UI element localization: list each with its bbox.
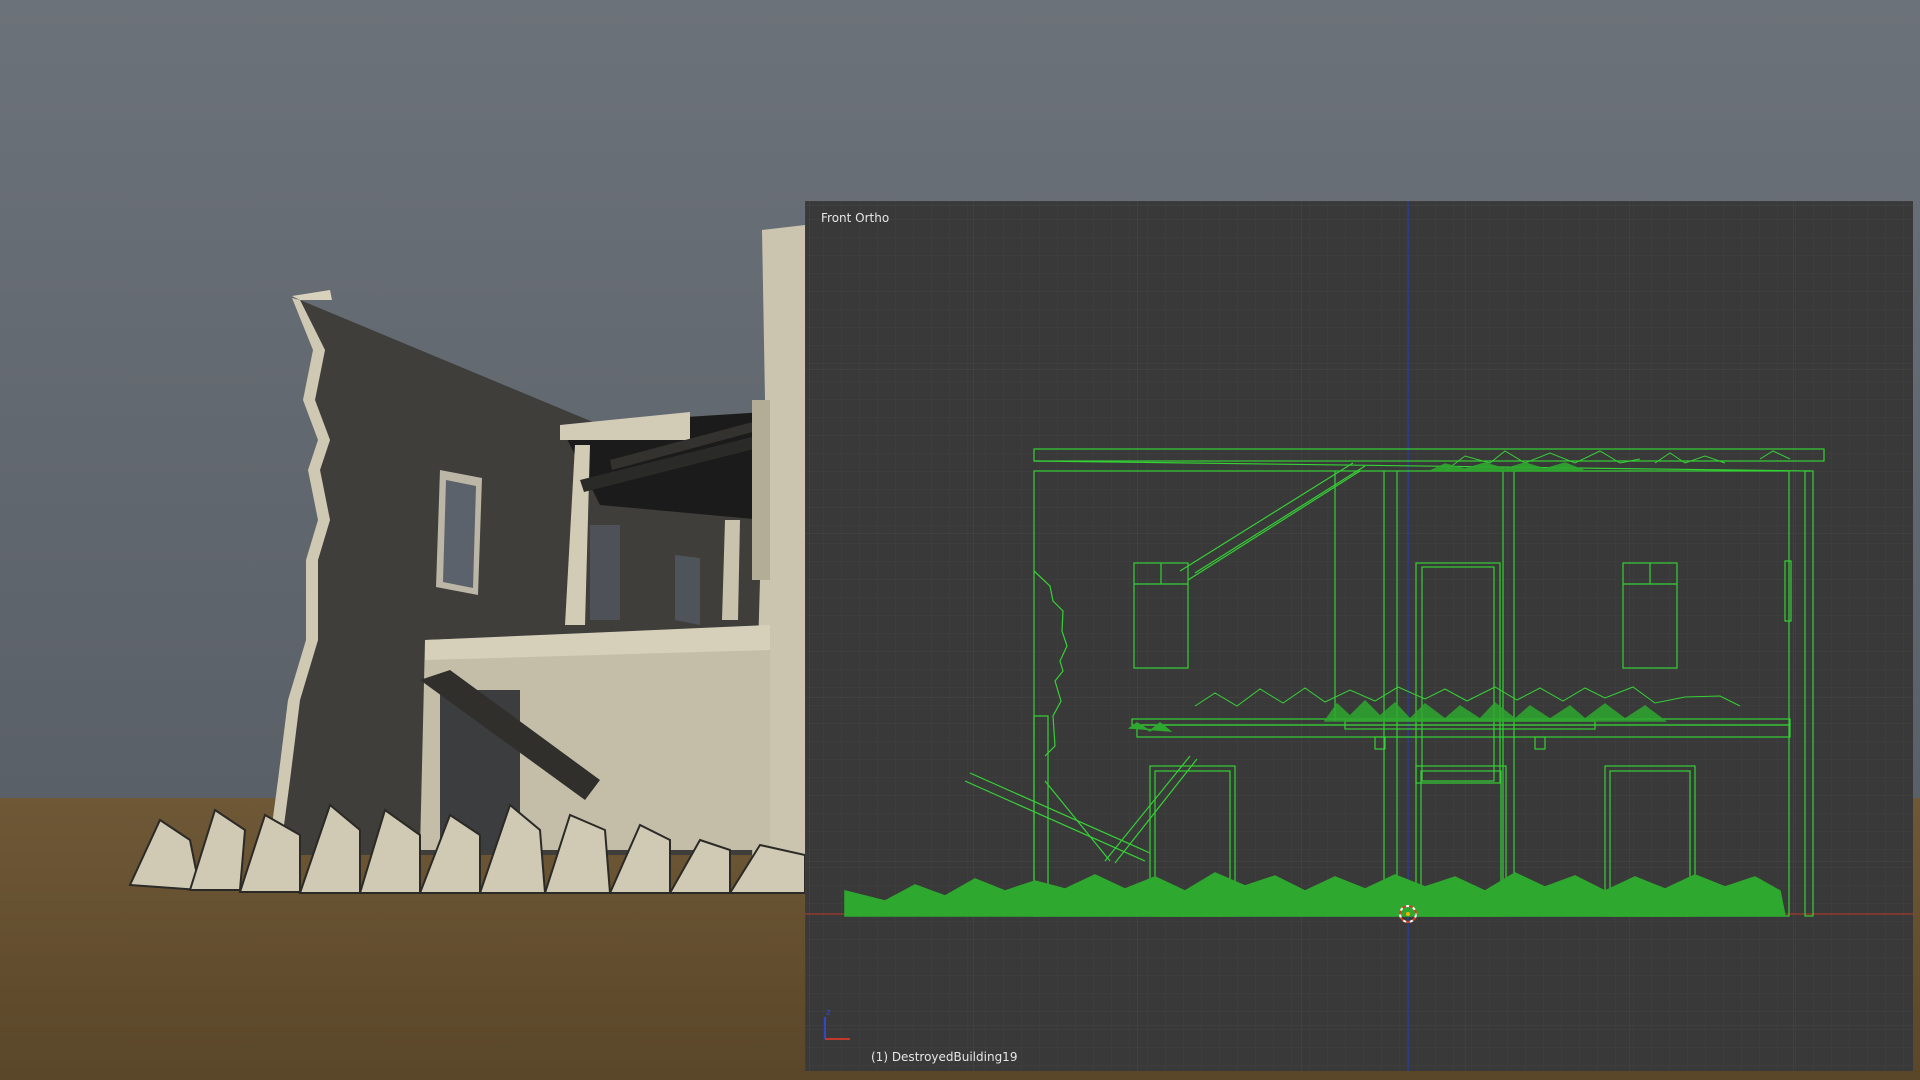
- grid-major: [805, 201, 1913, 1071]
- active-object-label: (1) DestroyedBuilding19: [871, 1050, 1018, 1064]
- svg-text:z: z: [826, 1008, 831, 1018]
- 3d-viewport-front-ortho[interactable]: z Front Ortho (1) DestroyedBuilding19: [805, 201, 1913, 1071]
- viewport-canvas[interactable]: z: [805, 201, 1913, 1071]
- view-name-label: Front Ortho: [821, 211, 890, 225]
